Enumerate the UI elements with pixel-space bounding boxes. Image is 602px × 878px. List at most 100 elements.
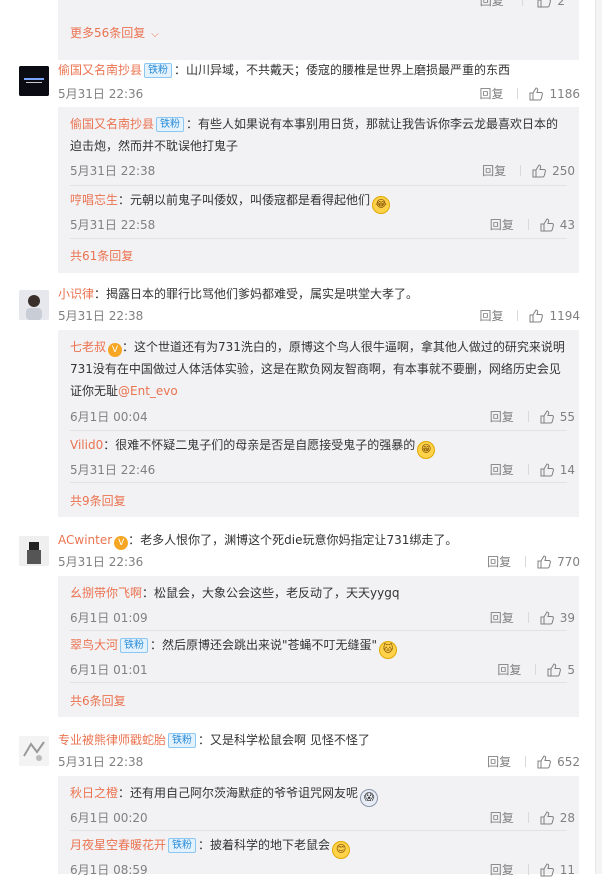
reply-date: 5月31日 22:58 — [70, 218, 156, 232]
replies-box: 七老叔 V ：这个世道还有为731洗白的，原博这个鸟人很牛逼啊，拿其他人做过的研究来… — [58, 330, 579, 517]
mention-link[interactable]: @Ent_evo — [118, 384, 178, 398]
thumbs-up-icon[interactable] — [537, 555, 552, 569]
reply-button[interactable]: 回复 — [490, 863, 514, 877]
thumbs-up-icon[interactable] — [540, 863, 554, 877]
more-replies-label: 更多56条回复 — [70, 26, 146, 40]
reply-actions: 回复 11 — [490, 861, 575, 878]
grin-emoji-icon: 😁 — [417, 441, 436, 459]
thumbs-up-icon[interactable] — [540, 410, 554, 424]
username-link[interactable]: 七老叔 — [70, 340, 106, 354]
previous-replies-box: 回复 2 更多56条回复 ⌵ — [58, 0, 579, 60]
comment-actions: 回复 652 — [487, 753, 580, 770]
divider — [535, 664, 537, 675]
username-link[interactable]: 秋日之橙 — [70, 786, 118, 800]
reply-content: 月夜星空春暖花开 铁粉 ：披着科学的地下老鼠会 😊 — [70, 834, 567, 859]
divider — [525, 756, 527, 767]
like-count: 250 — [552, 164, 575, 178]
thumbs-up-icon[interactable] — [540, 811, 554, 825]
reply-button[interactable]: 回复 — [490, 218, 514, 232]
reply-button[interactable]: 回复 — [480, 0, 504, 8]
like-count: 1186 — [549, 87, 580, 101]
reply-content: 七老叔 V ：这个世道还有为731洗白的，原博这个鸟人很牛逼啊，拿其他人做过的研究来… — [70, 336, 567, 402]
like-count: 770 — [557, 555, 580, 569]
reply-date: 6月1日 00:20 — [70, 811, 148, 825]
previous-reply-actions: 回复 2 — [480, 0, 565, 9]
fan-badge[interactable]: 铁粉 — [168, 733, 197, 748]
comment-text: ：山川异域，不共戴天；倭寇的腰椎是世界上磨损最严重的东西 — [174, 63, 511, 77]
reply-content: 翠鸟大河 铁粉 ：然后原博还会跳出来说"苍蝇不叮无缝蛋" 🐱 — [70, 634, 567, 659]
reply-button[interactable]: 回复 — [479, 87, 503, 101]
reply-button[interactable]: 回复 — [482, 164, 506, 178]
divider — [527, 464, 529, 475]
like-count: 1194 — [549, 309, 580, 323]
reply-divider — [70, 830, 567, 831]
divider — [525, 556, 527, 567]
reply-button[interactable]: 回复 — [487, 755, 511, 769]
more-replies-link[interactable]: 共9条回复 — [70, 492, 126, 509]
fan-badge[interactable]: 铁粉 — [156, 117, 185, 132]
avatar[interactable] — [19, 66, 49, 96]
comment-text: ：又是科学松鼠会啊 见怪不怪了 — [198, 733, 370, 747]
thumbs-up-icon[interactable] — [540, 611, 554, 625]
thumbs-up-icon[interactable] — [529, 309, 544, 323]
thumbs-up-icon[interactable] — [532, 164, 547, 178]
reply-item: 幺捌带你飞啊：松鼠会，大象公会这些，老反动了，天天yygq 6月1日 01:09… — [70, 582, 575, 625]
reply-button[interactable]: 回复 — [487, 555, 511, 569]
reply-button[interactable]: 回复 — [490, 811, 514, 825]
more-replies-link[interactable]: 更多56条回复 ⌵ — [70, 24, 159, 41]
reply-button[interactable]: 回复 — [490, 410, 514, 424]
comment-actions: 回复 1194 — [479, 307, 580, 324]
comment-content: 专业被熊律师戳蛇胎 铁粉 ：又是科学松鼠会啊 见怪不怪了 — [58, 730, 579, 750]
reply-button[interactable]: 回复 — [497, 663, 521, 677]
replies-box: 幺捌带你飞啊：松鼠会，大象公会这些，老反动了，天天yygq 6月1日 01:09… — [58, 576, 579, 717]
username-link[interactable]: 偷国又名南抄县 — [70, 117, 154, 131]
reply-button[interactable]: 回复 — [490, 611, 514, 625]
comment-actions: 回复 1186 — [479, 85, 580, 102]
username-link[interactable]: 小识律 — [58, 287, 94, 301]
comment-feed: 回复 2 更多56条回复 ⌵ 偷国又名南抄县 铁粉 ：山川异域，不共戴天；倭寇的腰椎是… — [0, 0, 602, 877]
thumbs-up-icon[interactable] — [537, 0, 552, 8]
fan-badge[interactable]: 铁粉 — [120, 638, 149, 653]
like-count: 43 — [559, 218, 575, 232]
thumbs-up-icon[interactable] — [540, 463, 554, 477]
reply-date: 5月31日 22:38 — [70, 164, 156, 178]
avatar[interactable] — [19, 736, 49, 766]
reply-date: 6月1日 01:09 — [70, 611, 148, 625]
reply-actions: 回复 43 — [490, 216, 575, 233]
more-replies-link[interactable]: 共6条回复 — [70, 692, 126, 709]
fan-badge[interactable]: 铁粉 — [168, 838, 197, 853]
reply-item: 翠鸟大河 铁粉 ：然后原博还会跳出来说"苍蝇不叮无缝蛋" 🐱 6月1日 01:01 回… — [70, 634, 575, 677]
username-link[interactable]: ACwinter — [58, 533, 112, 547]
username-link[interactable]: 专业被熊律师戳蛇胎 — [58, 733, 166, 747]
reply-button[interactable]: 回复 — [490, 463, 514, 477]
avatar[interactable] — [19, 536, 49, 566]
reply-content: 哼唱忘生：元朝以前鬼子叫倭奴，叫倭寇都是看得起他们 😂 — [70, 189, 567, 214]
more-replies-link[interactable]: 共61条回复 — [70, 247, 133, 264]
like-count: 5 — [567, 663, 575, 677]
like-count: 28 — [559, 811, 575, 825]
username-link[interactable]: 幺捌带你飞啊 — [70, 586, 142, 600]
reply-content: 偷国又名南抄县 铁粉 ：有些人如果说有本事别用日货，那就让我告诉你李云龙最喜欢日本的… — [70, 113, 567, 157]
divider — [527, 219, 529, 230]
reply-button[interactable]: 回复 — [479, 309, 503, 323]
chevron-down-icon: ⌵ — [151, 29, 159, 40]
scrollbar[interactable] — [595, 0, 602, 874]
username-link[interactable]: Vilid0 — [70, 438, 103, 452]
avatar[interactable] — [19, 290, 49, 320]
thumbs-up-icon[interactable] — [547, 663, 562, 677]
username-link[interactable]: 月夜星空春暖花开 — [70, 838, 166, 852]
like-count: 39 — [559, 611, 575, 625]
thumbs-up-icon[interactable] — [537, 755, 552, 769]
like-count: 2 — [557, 0, 565, 8]
thumbs-up-icon[interactable] — [540, 218, 554, 232]
laugh-cry-emoji-icon: 😂 — [372, 196, 391, 214]
username-link[interactable]: 翠鸟大河 — [70, 638, 118, 652]
username-link[interactable]: 偷国又名南抄县 — [58, 63, 142, 77]
fan-badge[interactable]: 铁粉 — [144, 63, 173, 78]
comment-date: 5月31日 22:36 — [58, 87, 144, 101]
vip-icon[interactable]: V — [114, 536, 129, 550]
scared-emoji-icon: 😱 — [360, 789, 379, 807]
username-link[interactable]: 哼唱忘生 — [70, 193, 118, 207]
thumbs-up-icon[interactable] — [529, 87, 544, 101]
vip-icon[interactable]: V — [108, 343, 123, 357]
